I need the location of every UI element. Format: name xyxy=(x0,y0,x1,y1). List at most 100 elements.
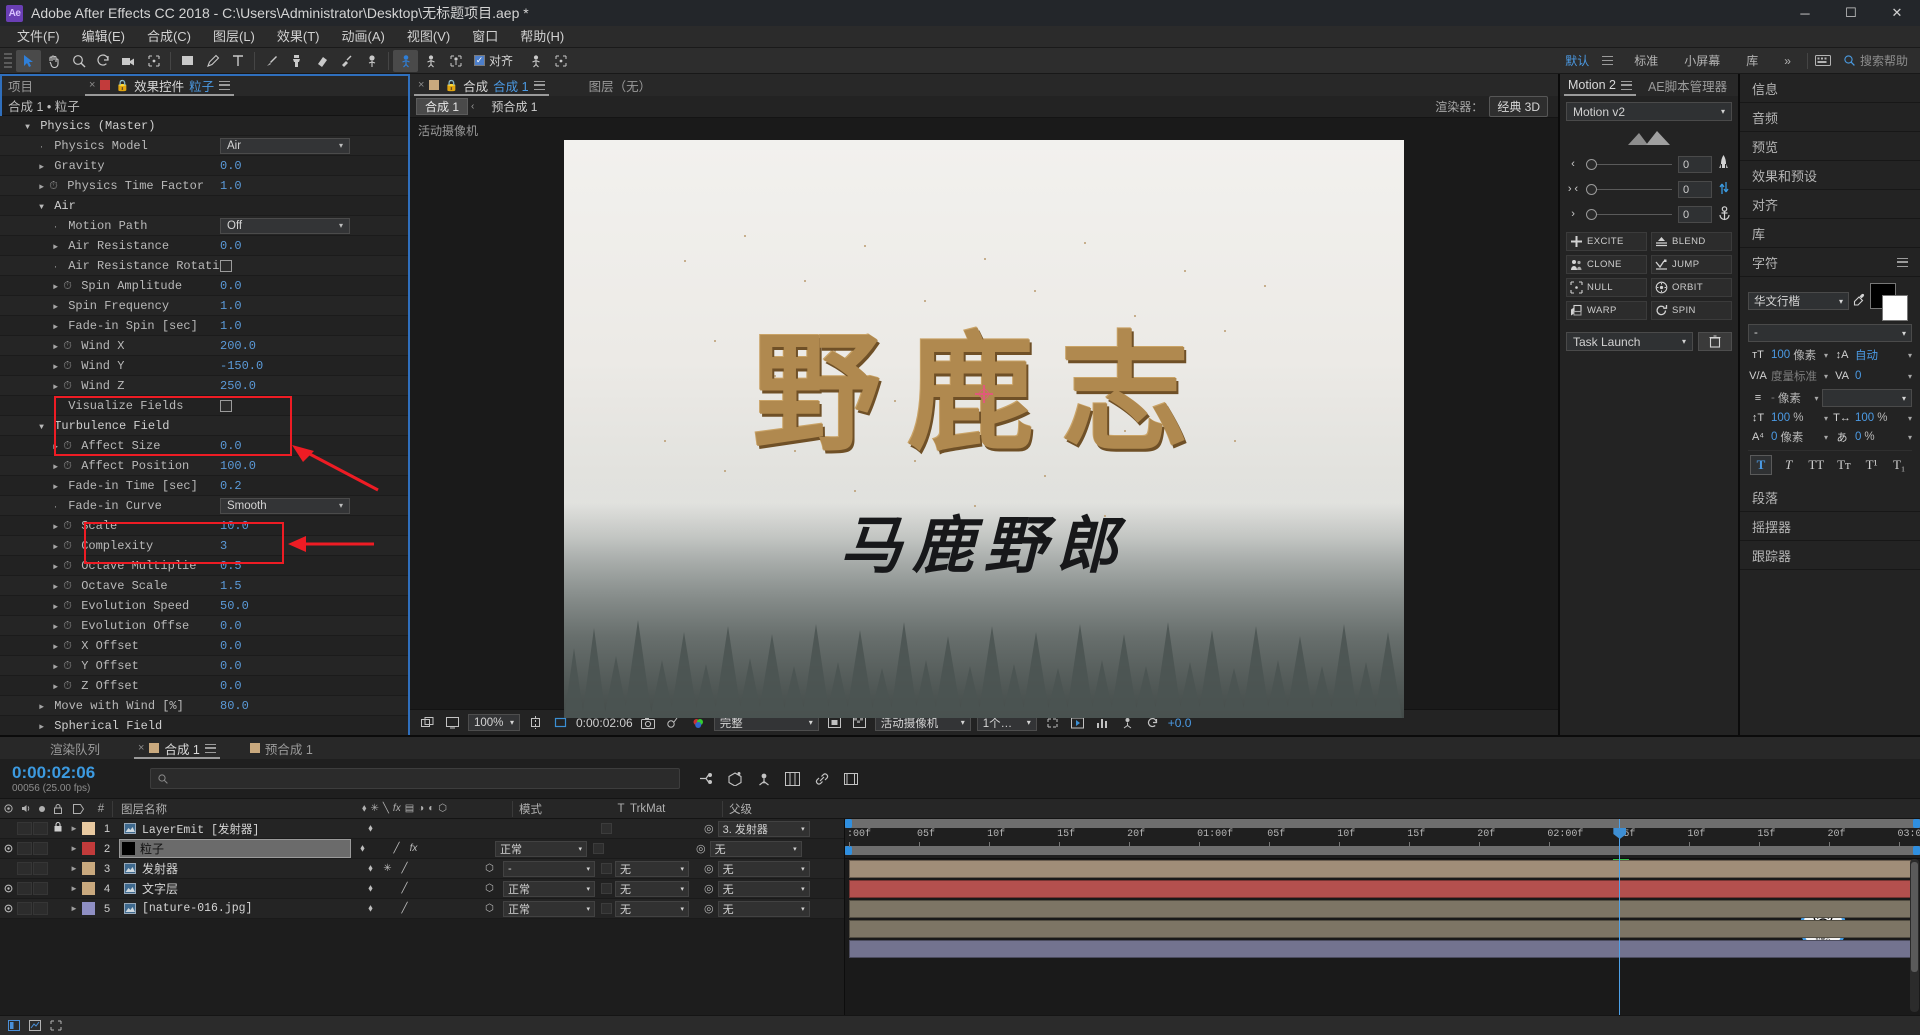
composition-canvas[interactable]: 野鹿志 马鹿野郎 xyxy=(564,140,1404,718)
effect-property-row[interactable]: ►⏱ Z Offset0.0 xyxy=(0,676,408,696)
property-value[interactable]: 0.0 xyxy=(220,439,242,453)
tab-project[interactable]: 项目 xyxy=(0,74,41,96)
script-panel-menu-icon[interactable] xyxy=(1621,81,1632,90)
twirl-closed-icon[interactable]: ► xyxy=(50,483,61,492)
work-area-start-handle-2[interactable] xyxy=(845,846,852,855)
switch-motion-blur[interactable] xyxy=(448,821,463,836)
table-row[interactable]: ►1LayerEmit [发射器]⬧▾◎3. 发射器▾ xyxy=(0,819,844,839)
camera-tool-icon[interactable] xyxy=(116,50,141,72)
timeline-tab-close-icon[interactable]: × xyxy=(138,742,144,754)
switch-collapse[interactable] xyxy=(380,901,395,916)
effect-property-row[interactable]: · Fade-in CurveSmooth▾ xyxy=(0,496,408,516)
menu-composition[interactable]: 合成(C) xyxy=(136,26,202,48)
timeline-fit-icon[interactable] xyxy=(49,1019,62,1032)
effect-property-row[interactable]: ►⏱ Y Offset0.0 xyxy=(0,656,408,676)
layer-twirl-icon[interactable]: ► xyxy=(66,824,82,833)
timeline-graph-column[interactable]: :00f05f10f15f20f01:00f05f10f15f20f02:00f… xyxy=(845,819,1920,1015)
effect-property-row[interactable]: ►⏱ Evolution Offse0.0 xyxy=(0,616,408,636)
baseline-shift-control[interactable]: A⁴ 0 像素 ▾ xyxy=(1748,429,1828,445)
twirl-closed-icon[interactable]: ► xyxy=(36,703,47,712)
table-row[interactable]: ►3发射器⬧✳╱⬡-▾无▾◎无▾ xyxy=(0,859,844,879)
effect-property-row[interactable]: ► Spin Frequency1.0 xyxy=(0,296,408,316)
timeline-panel-menu-icon[interactable] xyxy=(205,744,216,753)
twirl-open-icon[interactable]: ▼ xyxy=(36,203,47,212)
align-to-icon[interactable] xyxy=(523,50,548,72)
timeline-vertical-scrollbar[interactable] xyxy=(1910,859,1919,1012)
effect-property-row[interactable]: ►⏱ Complexity3 xyxy=(0,536,408,556)
workspace-overflow[interactable]: » xyxy=(1771,48,1804,74)
grid-guides-icon[interactable] xyxy=(526,713,545,732)
chevron-down-icon-9[interactable]: ▾ xyxy=(1824,351,1828,360)
effect-properties-list[interactable]: ▼ Physics (Master)· Physics ModelAir▾► G… xyxy=(0,116,408,735)
zoom-tool-icon[interactable] xyxy=(66,50,91,72)
comp-lock-icon[interactable]: 🔒 xyxy=(444,79,458,92)
property-value[interactable]: 0.0 xyxy=(220,679,242,693)
effect-property-row[interactable]: ►⏱ Physics Time Factor1.0 xyxy=(0,176,408,196)
tab-close-icon[interactable]: × xyxy=(89,79,95,91)
workspace-library[interactable]: 库 xyxy=(1733,48,1771,74)
property-dot-icon[interactable]: · xyxy=(36,143,47,152)
slider-knob-1[interactable] xyxy=(1586,159,1597,170)
layer-audio-toggle[interactable] xyxy=(17,822,32,835)
superscript-button[interactable]: T¹ xyxy=(1861,455,1883,475)
property-dot-icon[interactable]: · xyxy=(50,223,61,232)
property-dot-icon[interactable]: · xyxy=(50,263,61,272)
stopwatch-icon[interactable]: ⏱ xyxy=(61,381,74,393)
twirl-closed-icon[interactable]: ► xyxy=(50,543,61,552)
switch-collapse[interactable]: ✳ xyxy=(380,861,395,876)
panel-info[interactable]: 信息 xyxy=(1740,74,1920,103)
layer-duration-bar[interactable] xyxy=(849,860,1914,878)
font-style-select[interactable]: - ▾ xyxy=(1748,324,1912,342)
switch-effects[interactable] xyxy=(414,881,429,896)
menu-animation[interactable]: 动画(A) xyxy=(331,26,396,48)
layer-name-cell[interactable]: 粒子 xyxy=(119,839,351,858)
menu-help[interactable]: 帮助(H) xyxy=(509,26,575,48)
panel-menu-icon[interactable] xyxy=(219,81,230,90)
switch-effects[interactable] xyxy=(414,901,429,916)
effect-property-row[interactable]: ► Fade-in Spin [sec]1.0 xyxy=(0,316,408,336)
switch-quality[interactable]: ╱ xyxy=(389,841,404,856)
stopwatch-icon[interactable]: ⏱ xyxy=(61,281,74,293)
effect-property-row[interactable]: ► Spherical Field xyxy=(0,716,408,735)
stopwatch-icon[interactable]: ⏱ xyxy=(61,681,74,693)
chevron-down-icon-18[interactable]: ▾ xyxy=(1908,433,1912,442)
layer-parent-select[interactable]: 3. 发射器▾ xyxy=(718,821,810,837)
effect-property-row[interactable]: ▼ Turbulence Field xyxy=(0,416,408,436)
stopwatch-icon[interactable]: ⏱ xyxy=(61,641,74,653)
property-value[interactable]: 100.0 xyxy=(220,459,256,473)
twirl-closed-icon[interactable]: ► xyxy=(50,623,61,632)
switch-adjustment[interactable] xyxy=(465,821,480,836)
rocket-icon[interactable] xyxy=(1718,155,1732,174)
jump-button[interactable]: JUMP xyxy=(1651,255,1732,274)
twirl-closed-icon[interactable]: ► xyxy=(50,383,61,392)
current-time-indicator[interactable] xyxy=(1619,819,1620,1015)
property-value[interactable]: 3 xyxy=(220,539,227,553)
clone-stamp-tool-icon[interactable] xyxy=(284,50,309,72)
breadcrumb-comp1[interactable]: 合成 1 xyxy=(416,98,468,115)
effect-property-row[interactable]: · Visualize Fields xyxy=(0,396,408,416)
effect-property-row[interactable]: ▼ Physics (Master) xyxy=(0,116,408,136)
layer-trkmat-cell[interactable]: 无▾ xyxy=(595,861,700,877)
slider-track-1[interactable] xyxy=(1586,164,1672,165)
layer-parent-cell[interactable]: ◎无▾ xyxy=(692,841,814,857)
effect-property-row[interactable]: ▼ Air xyxy=(0,196,408,216)
switch-3d-layer[interactable] xyxy=(482,821,497,836)
slider-track-2[interactable] xyxy=(1586,189,1672,190)
puppet-starch-tool-icon[interactable] xyxy=(418,50,443,72)
layer-label-color[interactable] xyxy=(82,882,95,895)
property-value[interactable]: 0.0 xyxy=(220,159,242,173)
orbit-button[interactable]: ORBIT xyxy=(1651,278,1732,297)
effect-property-row[interactable]: ► Air Resistance0.0 xyxy=(0,236,408,256)
font-family-select[interactable]: 华文行楷 ▾ xyxy=(1748,292,1849,310)
puppet-overlap-tool-icon[interactable] xyxy=(443,50,468,72)
panel-audio[interactable]: 音频 xyxy=(1740,103,1920,132)
switch-shy[interactable]: ⬧ xyxy=(363,881,378,896)
layer-trkmat-select[interactable]: 无▾ xyxy=(615,901,689,917)
layer-duration-bar[interactable] xyxy=(849,940,1914,958)
panel-paragraph[interactable]: 段落 xyxy=(1740,483,1920,512)
property-value[interactable]: 0.0 xyxy=(220,239,242,253)
chevron-down-icon-15[interactable]: ▾ xyxy=(1824,414,1828,423)
switch-shy[interactable]: ⬧ xyxy=(355,841,370,856)
switch-3d-layer[interactable]: ⬡ xyxy=(482,881,497,896)
layer-parent-select[interactable]: 无▾ xyxy=(710,841,802,857)
